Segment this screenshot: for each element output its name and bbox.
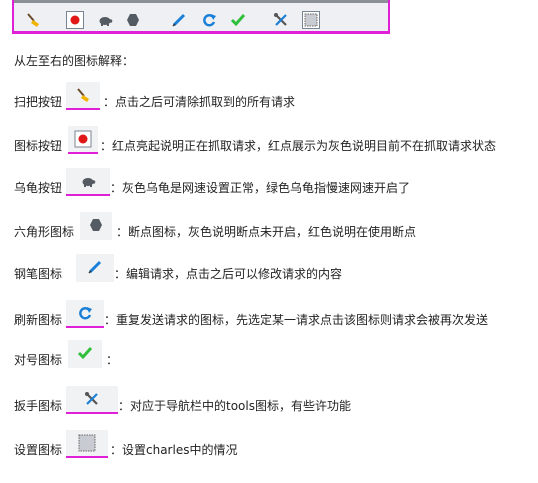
record-icon bbox=[68, 126, 98, 154]
item-label: 设置图标 bbox=[14, 443, 63, 457]
item-label: 六角形图标 bbox=[14, 225, 75, 239]
item-description: ：重复发送请求的图标，先选定某一请求点击该图标则请求会被再次发送 bbox=[104, 313, 489, 327]
item-label: 图标按钮 bbox=[14, 139, 63, 153]
item-label: 扳手图标 bbox=[14, 399, 63, 413]
item-label: 钢笔图标 bbox=[14, 267, 63, 281]
item-label: 刷新图标 bbox=[14, 313, 63, 327]
list-item: 扳手图标 ：对应于导航栏中的tools图标，有些许功能 bbox=[14, 382, 534, 414]
refresh-icon bbox=[66, 300, 104, 328]
item-label: 对号图标 bbox=[14, 353, 63, 367]
list-item: 对号图标 ： bbox=[14, 336, 534, 368]
item-description: ：对应于导航栏中的tools图标，有些许功能 bbox=[118, 399, 351, 413]
item-description: ：断点图标，灰色说明断点未开启，红色说明在使用断点 bbox=[116, 225, 417, 239]
item-description: ：设置charles中的情况 bbox=[110, 443, 238, 457]
turtle-icon[interactable] bbox=[96, 11, 114, 29]
broom-icon[interactable] bbox=[24, 11, 42, 29]
item-description: ：点击之后可清除抓取到的所有请求 bbox=[103, 95, 296, 109]
check-icon[interactable] bbox=[229, 11, 247, 29]
list-item: 钢笔图标 ：编辑请求，点击之后可以修改请求的内容 bbox=[14, 250, 534, 282]
record-icon[interactable] bbox=[66, 11, 84, 29]
list-item: 刷新图标 ：重复发送请求的图标，先选定某一请求点击该图标则请求会被再次发送 bbox=[14, 296, 534, 328]
turtle-icon bbox=[66, 168, 110, 196]
item-label: 扫把按钮 bbox=[14, 95, 63, 109]
tools-icon[interactable] bbox=[272, 11, 290, 29]
settings-icon[interactable] bbox=[302, 11, 320, 29]
pen-icon[interactable] bbox=[170, 11, 188, 29]
item-description: ：编辑请求，点击之后可以修改请求的内容 bbox=[114, 267, 343, 281]
item-description: ： bbox=[106, 353, 119, 367]
broom-icon bbox=[66, 82, 100, 110]
list-item: 六角形图标 ：断点图标，灰色说明断点未开启，红色说明在使用断点 bbox=[14, 208, 534, 240]
list-item: 扫把按钮 ：点击之后可清除抓取到的所有请求 bbox=[14, 78, 534, 110]
pen-icon bbox=[76, 254, 114, 282]
item-description: ：红点亮起说明正在抓取请求，红点展示为灰色说明目前不在抓取请求状态 bbox=[100, 139, 497, 153]
item-description: ：灰色乌龟是网速设置正常，绿色乌龟指慢速网速开启了 bbox=[110, 181, 411, 195]
toolbar-divider bbox=[14, 0, 388, 3]
list-item: 图标按钮 ：红点亮起说明正在抓取请求，红点展示为灰色说明目前不在抓取请求状态 bbox=[14, 122, 534, 154]
toolbar bbox=[12, 0, 390, 34]
settings-icon bbox=[66, 430, 108, 458]
check-icon bbox=[68, 340, 102, 368]
list-item: 设置图标 ：设置charles中的情况 bbox=[14, 426, 534, 458]
hexagon-icon bbox=[80, 212, 112, 240]
hexagon-icon[interactable] bbox=[124, 11, 142, 29]
item-label: 乌龟按钮 bbox=[14, 181, 63, 195]
tools-icon bbox=[66, 386, 118, 414]
section-heading: 从左至右的图标解释： bbox=[14, 54, 135, 68]
refresh-icon[interactable] bbox=[200, 11, 218, 29]
list-item: 乌龟按钮 ：灰色乌龟是网速设置正常，绿色乌龟指慢速网速开启了 bbox=[14, 164, 534, 196]
